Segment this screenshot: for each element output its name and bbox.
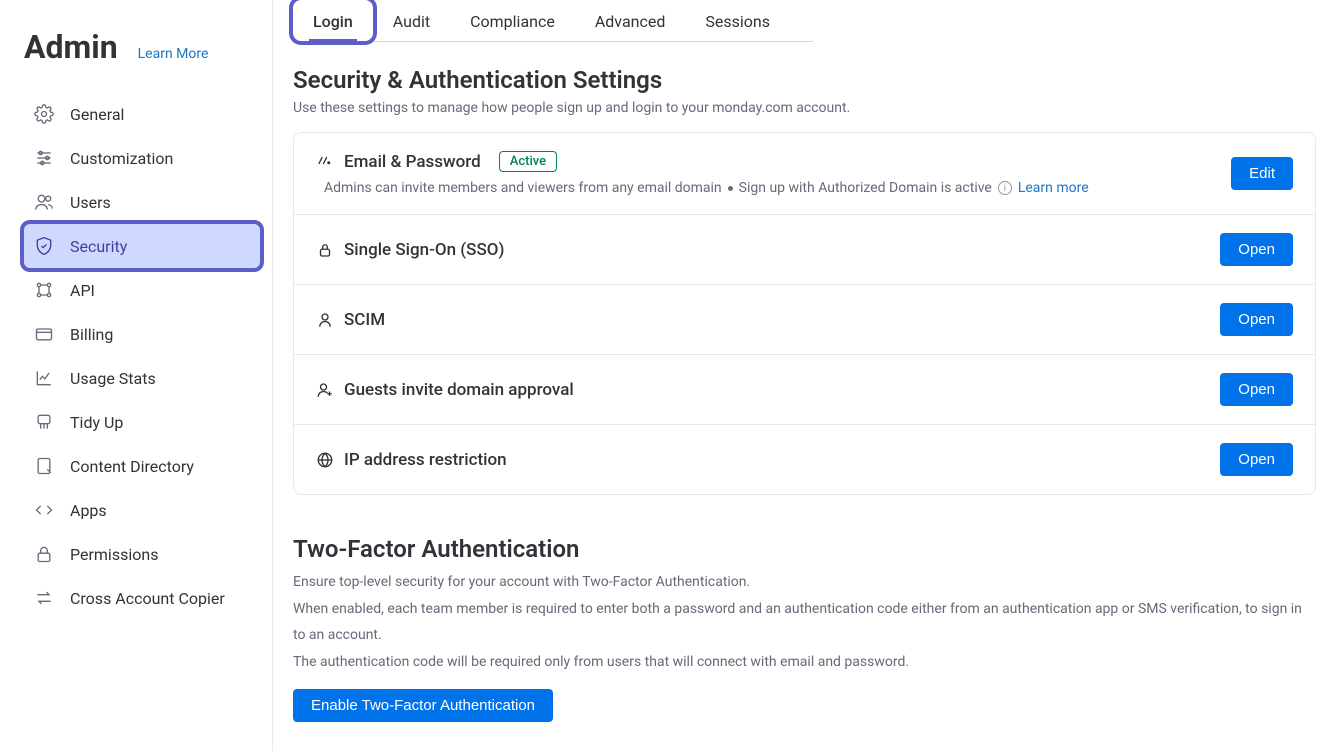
security-section: Security & Authentication Settings Use t… xyxy=(293,66,1316,495)
lock-icon xyxy=(316,241,334,259)
open-button[interactable]: Open xyxy=(1220,443,1293,476)
gear-icon xyxy=(34,104,54,124)
card-scim: SCIM Open xyxy=(294,285,1315,355)
card-ip-restriction: IP address restriction Open xyxy=(294,425,1315,494)
twofa-title: Two-Factor Authentication xyxy=(293,535,1316,563)
sidebar-item-tidy-up[interactable]: Tidy Up xyxy=(24,400,260,444)
shield-icon xyxy=(34,236,54,256)
tab-advanced[interactable]: Advanced xyxy=(575,0,686,41)
tab-compliance[interactable]: Compliance xyxy=(450,0,575,41)
person-icon xyxy=(316,311,334,329)
enable-twofa-button[interactable]: Enable Two-Factor Authentication xyxy=(293,689,553,722)
card-title: Single Sign-On (SSO) xyxy=(344,240,504,260)
sidebar-item-label: General xyxy=(70,105,124,124)
status-badge: Active xyxy=(499,151,557,172)
edit-button[interactable]: Edit xyxy=(1231,157,1293,190)
sidebar-item-users[interactable]: Users xyxy=(24,180,260,224)
users-icon xyxy=(34,192,54,212)
doc-icon xyxy=(34,456,54,476)
sidebar-item-apps[interactable]: Apps xyxy=(24,488,260,532)
globe-icon xyxy=(316,451,334,469)
sidebar: Admin Learn More General Customization U… xyxy=(0,0,273,751)
sidebar-item-label: Apps xyxy=(70,501,107,520)
sidebar-item-label: Users xyxy=(70,193,111,212)
card-email-password: Email & Password Active Admins can invit… xyxy=(294,133,1315,215)
card-subtext-1: Admins can invite members and viewers fr… xyxy=(324,180,722,196)
sidebar-item-content-directory[interactable]: Content Directory xyxy=(24,444,260,488)
open-button[interactable]: Open xyxy=(1220,373,1293,406)
sidebar-item-customization[interactable]: Customization xyxy=(24,136,260,180)
sidebar-item-billing[interactable]: Billing xyxy=(24,312,260,356)
sidebar-item-label: Cross Account Copier xyxy=(70,589,225,608)
lock-icon xyxy=(34,544,54,564)
sidebar-item-cross-account-copier[interactable]: Cross Account Copier xyxy=(24,576,260,620)
learn-more-link[interactable]: Learn More xyxy=(138,46,209,62)
twofa-desc-line: Ensure top-level security for your accou… xyxy=(293,574,750,590)
card-subtext-2: Sign up with Authorized Domain is active xyxy=(739,180,992,196)
sliders-icon xyxy=(34,148,54,168)
info-icon[interactable]: i xyxy=(998,181,1012,195)
tabs: Login Audit Compliance Advanced Sessions xyxy=(293,0,813,42)
section-title: Security & Authentication Settings xyxy=(293,66,1316,94)
sidebar-item-usage-stats[interactable]: Usage Stats xyxy=(24,356,260,400)
card-title: SCIM xyxy=(344,310,385,330)
sidebar-item-label: Billing xyxy=(70,325,113,344)
twofa-section: Two-Factor Authentication Ensure top-lev… xyxy=(293,535,1316,722)
chart-icon xyxy=(34,368,54,388)
security-cards: Email & Password Active Admins can invit… xyxy=(293,132,1316,495)
sidebar-item-api[interactable]: API xyxy=(24,268,260,312)
broom-icon xyxy=(34,412,54,432)
sidebar-item-general[interactable]: General xyxy=(24,92,260,136)
main-content: Login Audit Compliance Advanced Sessions… xyxy=(273,0,1332,751)
sidebar-item-label: Permissions xyxy=(70,545,158,564)
tab-sessions[interactable]: Sessions xyxy=(685,0,790,41)
sidebar-item-permissions[interactable]: Permissions xyxy=(24,532,260,576)
twofa-desc-line: The authentication code will be required… xyxy=(293,654,909,670)
monday-icon xyxy=(316,153,334,171)
twofa-desc-line: When enabled, each team member is requir… xyxy=(293,601,1302,644)
card-title: IP address restriction xyxy=(344,450,507,470)
open-button[interactable]: Open xyxy=(1220,303,1293,336)
sidebar-item-label: Security xyxy=(70,237,127,256)
card-guests-invite: Guests invite domain approval Open xyxy=(294,355,1315,425)
section-desc: Use these settings to manage how people … xyxy=(293,100,1316,116)
code-icon xyxy=(34,500,54,520)
api-icon xyxy=(34,280,54,300)
sidebar-item-label: Tidy Up xyxy=(70,413,123,432)
swap-icon xyxy=(34,588,54,608)
person-plus-icon xyxy=(316,381,334,399)
tab-login[interactable]: Login xyxy=(293,0,373,41)
twofa-desc: Ensure top-level security for your accou… xyxy=(293,569,1316,675)
card-subtext: Admins can invite members and viewers fr… xyxy=(316,180,1221,196)
card-icon xyxy=(34,324,54,344)
sidebar-title: Admin xyxy=(24,28,118,66)
bullet-icon xyxy=(728,186,733,191)
sidebar-item-security[interactable]: Security xyxy=(24,224,260,268)
sidebar-item-label: Content Directory xyxy=(70,457,194,476)
card-title: Email & Password xyxy=(344,152,481,172)
sidebar-item-label: Customization xyxy=(70,149,173,168)
sidebar-header: Admin Learn More xyxy=(24,28,260,66)
tab-audit[interactable]: Audit xyxy=(373,0,450,41)
learn-more-link[interactable]: Learn more xyxy=(1018,180,1089,196)
card-sso: Single Sign-On (SSO) Open xyxy=(294,215,1315,285)
open-button[interactable]: Open xyxy=(1220,233,1293,266)
sidebar-item-label: API xyxy=(70,281,95,300)
card-title: Guests invite domain approval xyxy=(344,380,574,400)
sidebar-item-label: Usage Stats xyxy=(70,369,156,388)
